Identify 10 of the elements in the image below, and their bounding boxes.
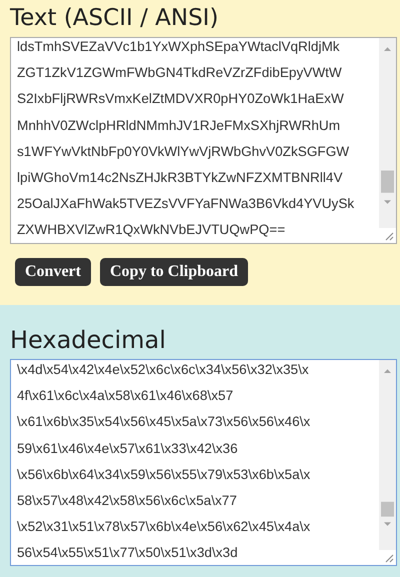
action-button[interactable]: Copy to Clipboard <box>100 258 248 286</box>
action-button[interactable]: Convert <box>15 258 91 286</box>
resize-grip-icon[interactable] <box>384 553 394 563</box>
resize-grip-icon[interactable] <box>384 231 394 241</box>
text-area[interactable]: ldsTmhSVEZaVVc1b1YxWXphSEpaYWtaclVqRldjMk ZGT1ZkV1ZGWmFWbGN4TkdReVZrZFdibEpyVWtW S2IxbFljRWRsVmxKelZtMDVXR0pHY0ZoWk1HaExW MnhhV0ZWclpHRldNMmhJV1RJeFMxSXhjRWRhUm s1WFYwVktNbFp0Y0VkWlYwVjRWbGhvV0ZkSGFGW lpiWGhoVm14c2NsZHJkR3BTYkZwNFZXMTBNRll4V 25OalJXaFhWak5TVEZsVVFYaFNWa3B6Vkd4YVUySk ZXWHBXVlZwR1QxWkNVbEJVTUQwPQ== <box>10 37 397 244</box>
hex-text-area[interactable]: \x4d\x54\x42\x4e\x52\x6c\x6c\x34\x56\x32\x35\x 4f\x61\x6c\x4a\x58\x61\x46\x68\x57 \x61\x6b\x35\x54\x56\x45\x5a\x73\x56\x56\x46\x 59\x61\x46\x4e\x57\x61\x33\x42\x36 \x56\x6b\x64\x34\x59\x56\x55\x79\x53\x6b\x5a\x 58\x57\x48\x42\x58\x56\x6c\x5a\x77 \x52\x31\x51\x78\x57\x6b\x4e\x56\x62\x45\x4a\x 56\x54\x55\x51\x77\x50\x51\x3d\x3d <box>10 359 397 566</box>
section-title: Text (ASCII / ANSI) <box>10 4 220 33</box>
scrollbar[interactable] <box>379 360 396 550</box>
section-title: Hexadecimal <box>10 325 167 356</box>
scrollbar[interactable] <box>379 38 396 228</box>
